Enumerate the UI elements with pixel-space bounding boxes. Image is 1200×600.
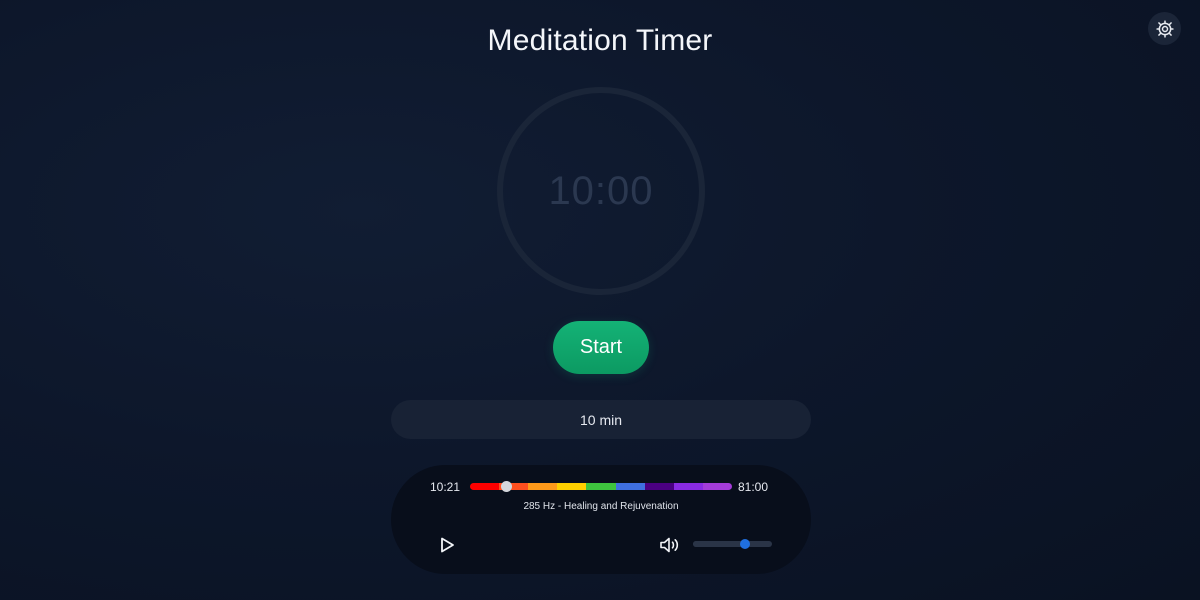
- spectrum-segment: [470, 483, 500, 490]
- spectrum-segment: [528, 483, 558, 490]
- timer-ring: 10:00: [496, 86, 706, 296]
- volume-button[interactable]: [659, 535, 681, 555]
- spectrum-segment: [586, 483, 616, 490]
- audio-player: 10:21 81:00 285 Hz - Healing and Rejuven…: [391, 465, 811, 574]
- speaker-volume-icon: [660, 537, 679, 553]
- spectrum-segment: [702, 483, 732, 490]
- volume-slider-thumb[interactable]: [740, 539, 751, 549]
- page-title: Meditation Timer: [487, 24, 713, 57]
- start-button[interactable]: Start: [553, 321, 649, 374]
- timer-display: 10:00: [548, 168, 654, 213]
- total-time: 81:00: [738, 480, 769, 494]
- current-time: 10:21: [430, 480, 461, 494]
- spectrum-segment: [644, 483, 674, 490]
- spectrum-segment: [557, 483, 587, 490]
- spectrum-segment: [673, 483, 703, 490]
- duration-selector[interactable]: 10 min: [391, 400, 811, 439]
- progress-slider-thumb[interactable]: [501, 481, 513, 492]
- volume-slider[interactable]: [693, 539, 772, 549]
- play-icon: [441, 537, 454, 553]
- spectrum-segment: [615, 483, 645, 490]
- play-button[interactable]: [437, 535, 457, 555]
- volume-fill: [693, 541, 746, 547]
- track-name: 285 Hz - Healing and Rejuvenation: [523, 501, 679, 512]
